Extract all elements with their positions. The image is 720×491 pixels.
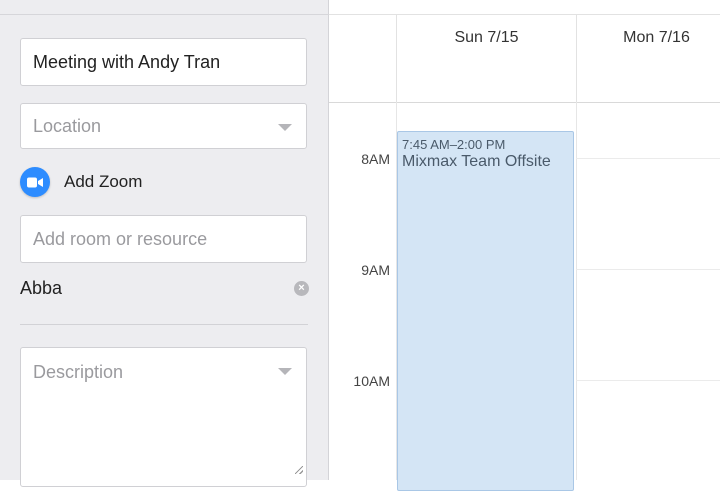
add-zoom-label[interactable]: Add Zoom [64,172,142,192]
description-input[interactable] [33,362,294,472]
event-time: 7:45 AM–2:00 PM [402,137,506,152]
day-label: Sun 7/15 [454,29,519,46]
title-input[interactable] [33,51,294,73]
description-field[interactable] [20,347,307,487]
location-field[interactable] [20,103,307,149]
event-title: Mixmax Team Offsite [402,153,551,170]
hour-label-8am: 8AM [361,151,390,167]
event-form-panel: Add Zoom Abba × [0,0,329,487]
hour-line [576,158,720,159]
chevron-down-icon[interactable] [278,368,292,375]
location-input[interactable] [33,115,294,137]
video-camera-icon[interactable] [20,167,50,197]
header-divider [329,102,720,103]
resize-handle-icon[interactable] [295,466,303,474]
chevron-down-icon[interactable] [278,124,292,131]
resource-name: Abba [20,277,63,298]
hour-label-9am: 9AM [361,262,390,278]
panel-divider [0,14,329,15]
day-header-sun[interactable]: Sun 7/15 [396,15,576,102]
hour-line [576,269,720,270]
hour-line [576,380,720,381]
day-header-mon[interactable]: Mon 7/16 [576,15,720,102]
calendar-event[interactable]: 7:45 AM–2:00 PM Mixmax Team Offsite [397,131,574,491]
divider [20,324,308,325]
title-field[interactable] [20,38,307,86]
hour-label-10am: 10AM [353,373,390,389]
resource-item: Abba × [20,276,309,300]
calendar-view: Sun 7/15 Mon 7/16 8AM 9AM 10AM 7:45 AM–2… [329,0,720,491]
add-zoom-button[interactable]: Add Zoom [20,166,142,198]
day-label: Mon 7/16 [623,29,690,46]
close-icon[interactable]: × [294,280,309,296]
room-field[interactable] [20,215,307,263]
room-input[interactable] [33,228,294,250]
